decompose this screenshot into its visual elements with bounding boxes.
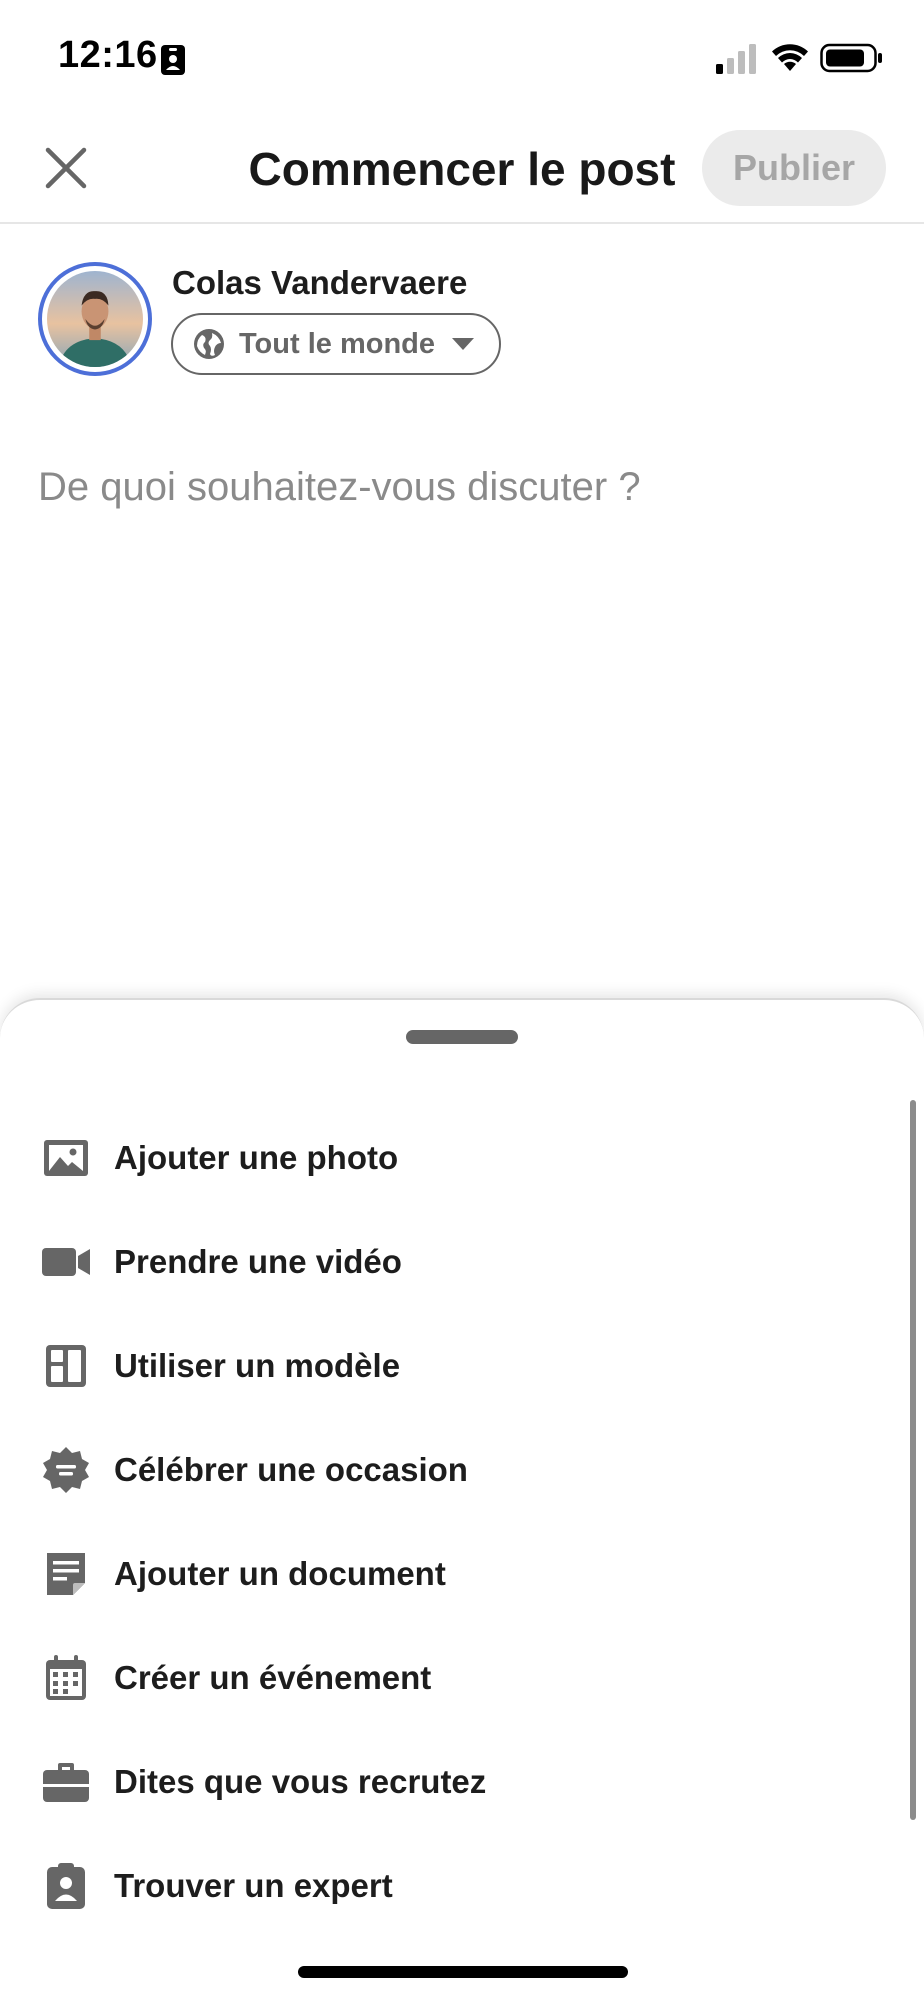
- menu-item-label: Prendre une vidéo: [114, 1243, 402, 1280]
- calendar-icon: [40, 1652, 92, 1704]
- sheet-scrollbar[interactable]: [910, 1100, 916, 1820]
- menu-item-label: Trouver un expert: [114, 1867, 393, 1904]
- add-content-sheet: Ajouter une photo Prendre une vidéo Util…: [0, 998, 924, 2000]
- header-bar: Commencer le post Publier: [0, 120, 924, 224]
- status-bar: 12:16: [0, 0, 924, 120]
- menu-item-label: Célébrer une occasion: [114, 1451, 468, 1488]
- briefcase-icon: [40, 1756, 92, 1808]
- person-badge-icon: [161, 45, 185, 75]
- menu-item-take-video[interactable]: Prendre une vidéo: [0, 1210, 900, 1314]
- audience-selector[interactable]: Tout le monde: [171, 313, 501, 375]
- cellular-signal-icon: [716, 44, 756, 74]
- battery-icon: [820, 43, 882, 73]
- photo-icon: [40, 1132, 92, 1184]
- expert-badge-icon: [40, 1860, 92, 1912]
- avatar[interactable]: [38, 262, 152, 376]
- menu-item-use-template[interactable]: Utiliser un modèle: [0, 1314, 900, 1418]
- caret-down-icon: [452, 338, 475, 350]
- menu-item-add-document[interactable]: Ajouter un document: [0, 1522, 900, 1626]
- video-camera-icon: [40, 1236, 92, 1288]
- menu-item-label: Ajouter un document: [114, 1555, 446, 1592]
- wifi-icon: [772, 44, 808, 71]
- status-time: 12:16: [58, 34, 158, 76]
- menu-item-label: Utiliser un modèle: [114, 1347, 401, 1384]
- home-indicator[interactable]: [298, 1966, 628, 1978]
- audience-label: Tout le monde: [239, 327, 436, 360]
- document-icon: [40, 1548, 92, 1600]
- add-content-menu: Ajouter une photo Prendre une vidéo Util…: [0, 1106, 900, 1938]
- menu-item-add-photo[interactable]: Ajouter une photo: [0, 1106, 900, 1210]
- menu-item-create-event[interactable]: Créer un événement: [0, 1626, 900, 1730]
- menu-item-hiring[interactable]: Dites que vous recrutez: [0, 1730, 900, 1834]
- menu-item-celebrate[interactable]: Célébrer une occasion: [0, 1418, 900, 1522]
- celebrate-badge-icon: [40, 1444, 92, 1496]
- menu-item-label: Ajouter une photo: [114, 1139, 399, 1176]
- menu-item-label: Dites que vous recrutez: [114, 1763, 487, 1800]
- avatar-photo: [47, 271, 143, 367]
- menu-item-find-expert[interactable]: Trouver un expert: [0, 1834, 900, 1938]
- menu-item-label: Créer un événement: [114, 1659, 432, 1696]
- sheet-drag-handle[interactable]: [406, 1030, 518, 1044]
- globe-icon: [194, 329, 224, 359]
- post-composer-input[interactable]: [38, 452, 888, 522]
- author-name: Colas Vandervaere: [172, 264, 468, 301]
- template-icon: [40, 1340, 92, 1392]
- avatar-portrait: [47, 271, 143, 367]
- publish-button[interactable]: Publier: [702, 130, 886, 206]
